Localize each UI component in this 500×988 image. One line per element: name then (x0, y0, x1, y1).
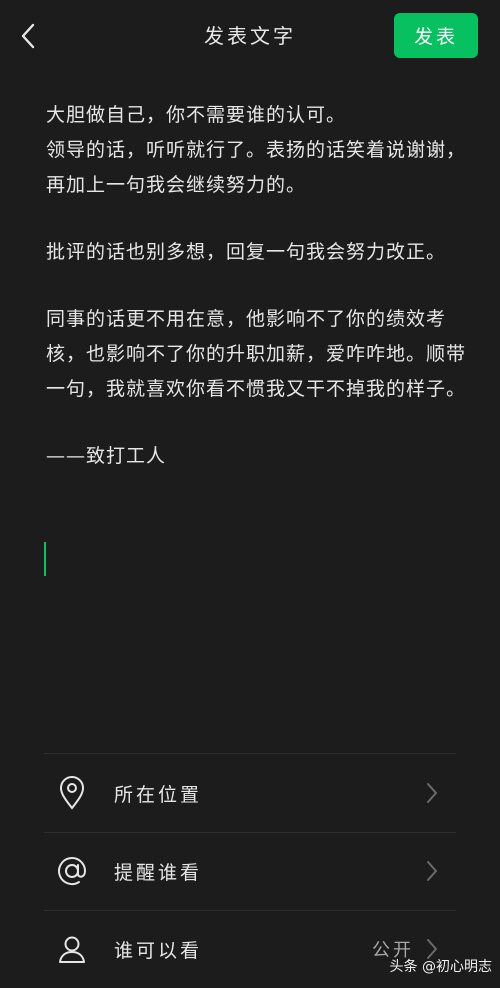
paragraph: 大胆做自己，你不需要谁的认可。 领导的话，听听就行了。表扬的话笑着说谢谢，再加上… (46, 104, 467, 196)
location-icon (52, 773, 92, 813)
publish-button[interactable]: 发表 (394, 13, 478, 58)
paragraph: 同事的话更不用在意，他影响不了你的绩效考核，也影响不了你的升职加薪，爱咋咋地。顺… (46, 308, 467, 400)
signature-line: ——致打工人 (46, 445, 167, 467)
at-icon (52, 851, 92, 891)
watermark: 头条 @初心明志 (389, 959, 492, 975)
top-bar: 发表文字 发表 (0, 0, 500, 72)
person-icon (52, 929, 92, 969)
visibility-label: 谁可以看 (114, 939, 203, 962)
chevron-right-icon (427, 861, 438, 881)
divider (44, 753, 456, 754)
text-cursor (44, 542, 46, 576)
remind-option[interactable]: 提醒谁看 (44, 833, 456, 909)
remind-label: 提醒谁看 (114, 861, 203, 884)
chevron-right-icon (427, 783, 438, 803)
location-option[interactable]: 所在位置 (44, 755, 456, 831)
location-label: 所在位置 (114, 783, 203, 806)
text-editor[interactable]: 大胆做自己，你不需要谁的认可。 领导的话，听听就行了。表扬的话笑着说谢谢，再加上… (46, 98, 466, 474)
paragraph: 批评的话也别多想，回复一句我会努力改正。 (46, 241, 447, 263)
